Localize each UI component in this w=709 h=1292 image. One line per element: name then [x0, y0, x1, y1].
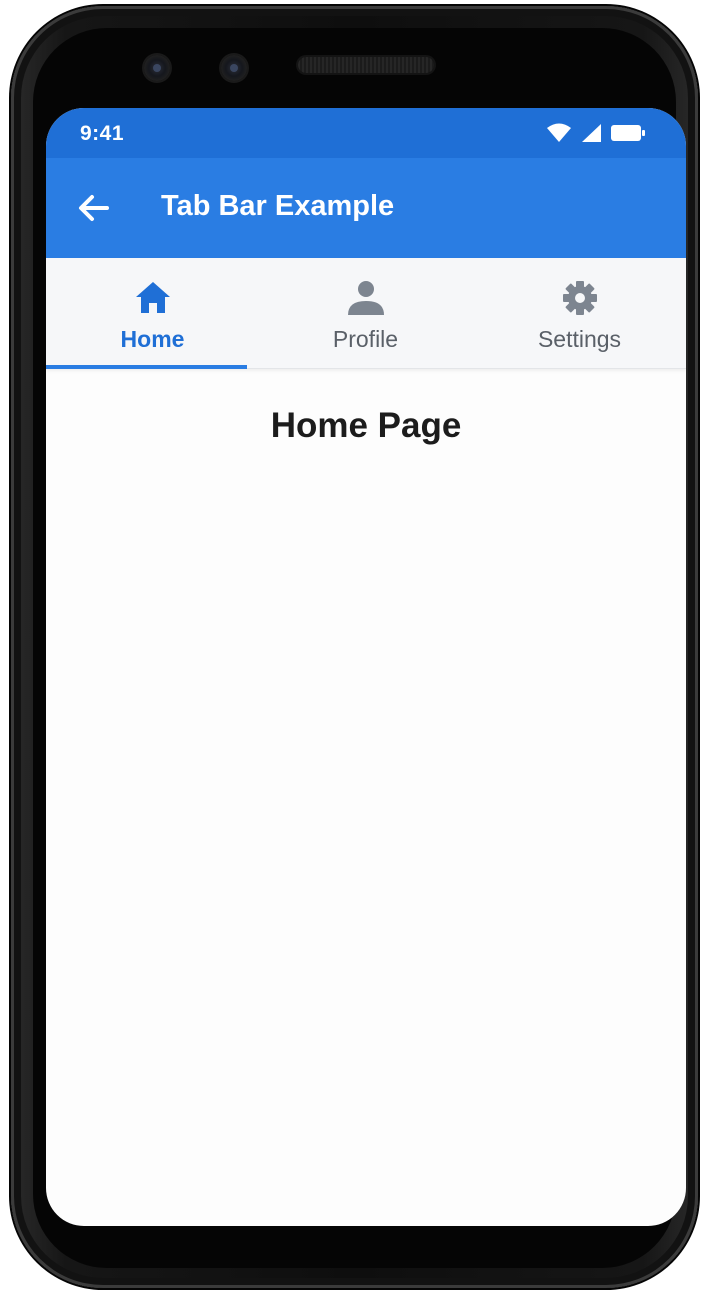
phone-screen: 9:41 Tab Bar Example Home Profile Settin… [46, 108, 686, 1226]
front-sensor-icon [221, 55, 247, 81]
signal-icon [582, 124, 601, 142]
home-icon [135, 282, 170, 313]
back-button[interactable] [74, 188, 114, 228]
tab-settings-label: Settings [537, 326, 622, 352]
person-icon [347, 281, 384, 315]
status-icons [546, 123, 646, 143]
status-time: 9:41 [80, 122, 125, 145]
status-bar: 9:41 [46, 108, 686, 158]
gear-icon [562, 281, 597, 315]
tab-profile-label: Profile [332, 326, 399, 352]
battery-icon [611, 125, 645, 141]
front-camera-icon [144, 55, 170, 81]
active-tab-indicator [46, 365, 247, 369]
earpiece-speaker [298, 57, 434, 73]
tab-home-label: Home [120, 326, 185, 352]
tab-home[interactable]: Home [46, 258, 259, 369]
arrow-left-icon [79, 195, 109, 221]
tab-settings[interactable]: Settings [473, 258, 686, 368]
page-title: Home Page [270, 406, 462, 445]
app-bar-title: Tab Bar Example [161, 190, 395, 222]
tab-bar: Home Profile Settings [46, 258, 686, 369]
app-bar: Tab Bar Example [46, 158, 686, 258]
wifi-icon [547, 123, 571, 142]
tab-profile[interactable]: Profile [259, 258, 472, 368]
